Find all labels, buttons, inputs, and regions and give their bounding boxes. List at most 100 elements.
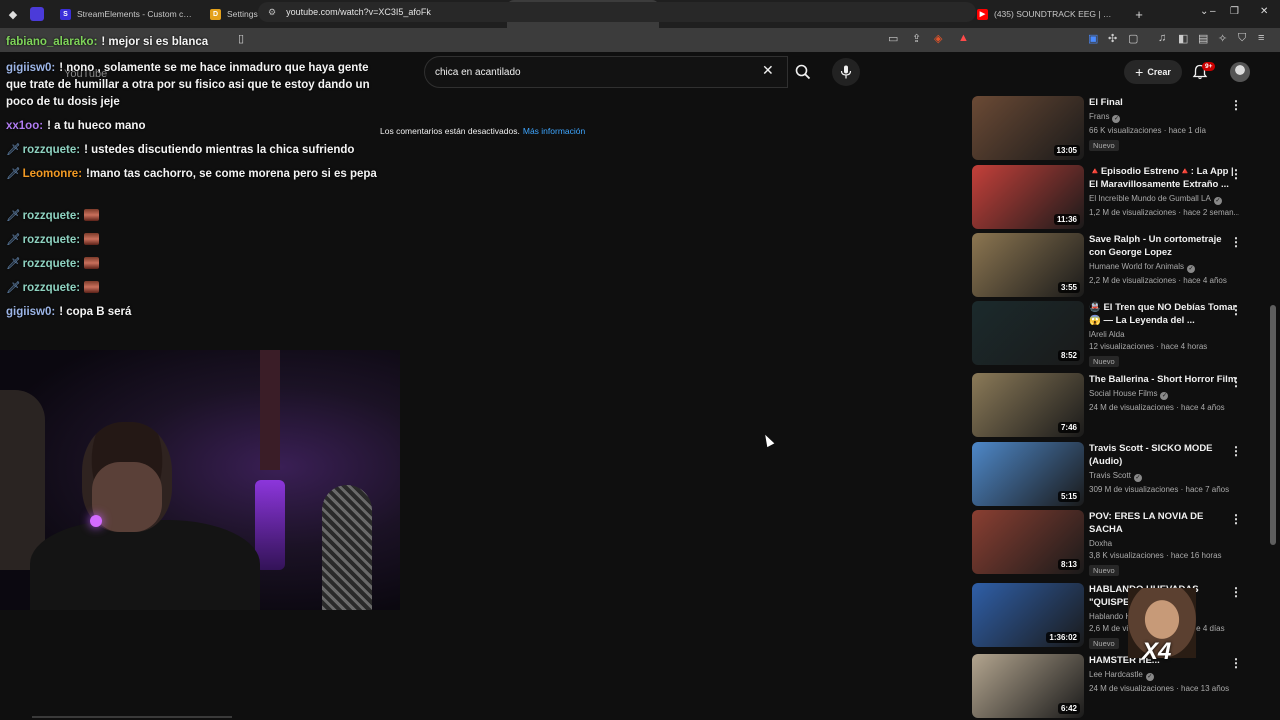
browser-tab[interactable]: S StreamElements - Custom comman [52,0,202,28]
extensions-icon[interactable]: ✣ [1108,32,1117,45]
video-views: 12 visualizaciones [1089,342,1154,351]
video-age: hace 4 años [1183,276,1227,285]
video-thumbnail[interactable]: 13:05 [972,96,1084,160]
sidebar-icon[interactable]: ◧ [1178,32,1188,45]
vpn-icon[interactable]: ⛉ [1238,32,1246,45]
scrollbar-thumb[interactable] [1270,305,1276,545]
search-input[interactable]: chica en acantilado [424,56,788,88]
clear-search-icon[interactable]: ✕ [762,62,774,79]
video-thumbnail[interactable]: 5:15 [972,442,1084,506]
video-title[interactable]: 🚇 El Tren que NO Debías Tomar 😱 — La Ley… [1089,301,1239,327]
site-info-icon[interactable]: ⚙ [268,7,276,18]
video-thumbnail[interactable]: 11:36 [972,165,1084,229]
recommended-video[interactable]: 7:46 The Ballerina - Short Horror Film Soc… [972,373,1262,437]
recommended-video[interactable]: 11:36 🔺Episodio Estreno🔺: La App | El Mar… [972,165,1262,229]
recommended-video[interactable]: 6:42 HAMSTER HE... Lee Hardcastle ✓ 24 M de … [972,654,1262,718]
video-thumbnail[interactable]: 8:52 [972,301,1084,365]
video-info: Save Ralph - Un cortometraje con George … [1089,233,1239,285]
cast-icon[interactable]: ▭ [888,32,898,45]
chat-emote-icon [84,233,100,245]
tab-favicon-icon: ▶ [977,8,988,20]
more-vert-icon[interactable]: ⋮ [1230,444,1242,458]
more-vert-icon[interactable]: ⋮ [1230,585,1242,599]
wallet-icon[interactable]: ▤ [1198,32,1208,45]
voice-search-button[interactable] [832,58,860,86]
video-title[interactable]: El Final [1089,96,1239,109]
video-title[interactable]: 🔺Episodio Estreno🔺: La App | El Maravill… [1089,165,1239,191]
video-channel[interactable]: El Increíble Mundo de Gumball LA ✓ [1089,194,1239,205]
chat-username: Leomonre: [22,168,83,180]
share-icon[interactable]: ⇪ [912,32,921,45]
video-channel[interactable]: Social House Films ✓ [1089,389,1239,400]
video-thumbnail[interactable]: 7:46 [972,373,1084,437]
more-vert-icon[interactable]: ⋮ [1230,98,1242,112]
recommended-video[interactable]: 8:13 POV: ERES LA NOVIA DE SACHA Doxha 3,8 … [972,510,1262,576]
video-channel[interactable]: lAreli Alda [1089,330,1239,339]
video-channel[interactable]: Lee Hardcastle ✓ [1089,670,1239,681]
ai-icon[interactable]: ✧ [1218,32,1227,45]
recommended-video[interactable]: 3:55 Save Ralph - Un cortometraje con Geo… [972,233,1262,297]
search-value: chica en acantilado [435,66,521,78]
video-meta: 309 M de visualizaciones · hace 7 años [1089,485,1230,494]
create-label: Crear [1147,67,1171,77]
sword-badge-icon: 🗡 [6,210,21,222]
video-title[interactable]: Travis Scott - SICKO MODE (Audio) [1089,442,1239,468]
chat-message: gigiisw0:! nono , solamente se me hace i… [6,60,390,111]
video-thumbnail[interactable]: 8:13 [972,510,1084,574]
recommended-video[interactable]: 8:52 🚇 El Tren que NO Debías Tomar 😱 — La… [972,301,1262,367]
verified-icon: ✓ [1133,474,1142,482]
minimize-icon[interactable]: – [1210,6,1216,17]
chat-emote-icon [84,209,100,221]
chat-message: 🗡 Leomonre: !mano tas cachorro, se come mo… [6,166,390,183]
more-vert-icon[interactable]: ⋮ [1230,375,1242,389]
video-thumbnail[interactable]: 6:42 [972,654,1084,718]
maximize-icon[interactable]: ❐ [1230,6,1239,17]
video-meta: 12 visualizaciones · hace 4 horas [1089,342,1208,351]
verified-icon: ✓ [1160,392,1169,400]
more-vert-icon[interactable]: ⋮ [1230,656,1242,670]
more-vert-icon[interactable]: ⋮ [1230,512,1242,526]
chat-emote-icon [84,257,100,269]
screenshot-icon[interactable]: ▢ [1128,32,1138,45]
video-title[interactable]: Save Ralph - Un cortometraje con George … [1089,233,1239,259]
video-title[interactable]: The Ballerina - Short Horror Film [1089,373,1239,386]
chat-username: rozzquete: [22,210,81,222]
progress-line [32,716,232,718]
verified-icon: ✓ [1145,673,1154,681]
new-tab-button[interactable]: + [1128,3,1150,25]
more-vert-icon[interactable]: ⋮ [1230,167,1242,181]
brave-shield-icon[interactable]: ◈ [934,32,942,45]
comments-off-text: Los comentarios están desactivados. [380,126,520,136]
close-window-icon[interactable]: ✕ [1260,6,1268,17]
video-channel[interactable]: Humane World for Animals ✓ [1089,262,1239,273]
tab-search-icon[interactable]: ◆ [2,3,24,25]
video-views: 2,2 M de visualizaciones [1089,276,1177,285]
video-channel[interactable]: Travis Scott ✓ [1089,471,1239,482]
avatar[interactable] [1230,62,1250,82]
url-bar[interactable]: ⚙ youtube.com/watch?v=XC3I5_afoFk [258,2,976,22]
create-button[interactable]: + Crear [1124,60,1182,84]
video-info: El Final Frans ✓ 66 K visualizaciones · hac… [1089,96,1239,153]
video-age: hace 16 horas [1170,551,1222,560]
recommended-video[interactable]: 13:05 El Final Frans ✓ 66 K visualizaciones … [972,96,1262,160]
extension-tab-icon[interactable] [30,7,44,21]
video-channel[interactable]: Frans ✓ [1089,112,1239,123]
search-button[interactable] [788,56,818,88]
chat-username: fabiano_alarako: [6,36,98,48]
menu-icon[interactable]: ≡ [1258,32,1264,44]
recommended-video[interactable]: 1:36:02HABLANDO HUEVADAS "QUISPE M...Hab… [972,583,1262,649]
video-title[interactable]: POV: ERES LA NOVIA DE SACHA [1089,510,1239,536]
browser-tab[interactable]: ▶ (435) SOUNDTRACK EEG | TROMP [969,0,1124,28]
more-info-link[interactable]: Más información [523,126,585,136]
video-thumbnail[interactable]: 3:55 [972,233,1084,297]
rewards-icon[interactable]: ▲ [958,32,969,44]
video-channel[interactable]: Doxha [1089,539,1239,548]
more-vert-icon[interactable]: ⋮ [1230,235,1242,249]
more-vert-icon[interactable]: ⋮ [1230,303,1242,317]
video-thumbnail[interactable]: 1:36:02 [972,583,1084,647]
recommended-video[interactable]: 5:15 Travis Scott - SICKO MODE (Audio) Tra… [972,442,1262,506]
tab-list-icon[interactable]: ⌄ [1200,6,1208,17]
translate-icon[interactable]: ▣ [1088,32,1098,45]
channel-name: El Increíble Mundo de Gumball LA [1089,194,1211,203]
media-icon[interactable]: ♫ [1158,32,1166,44]
